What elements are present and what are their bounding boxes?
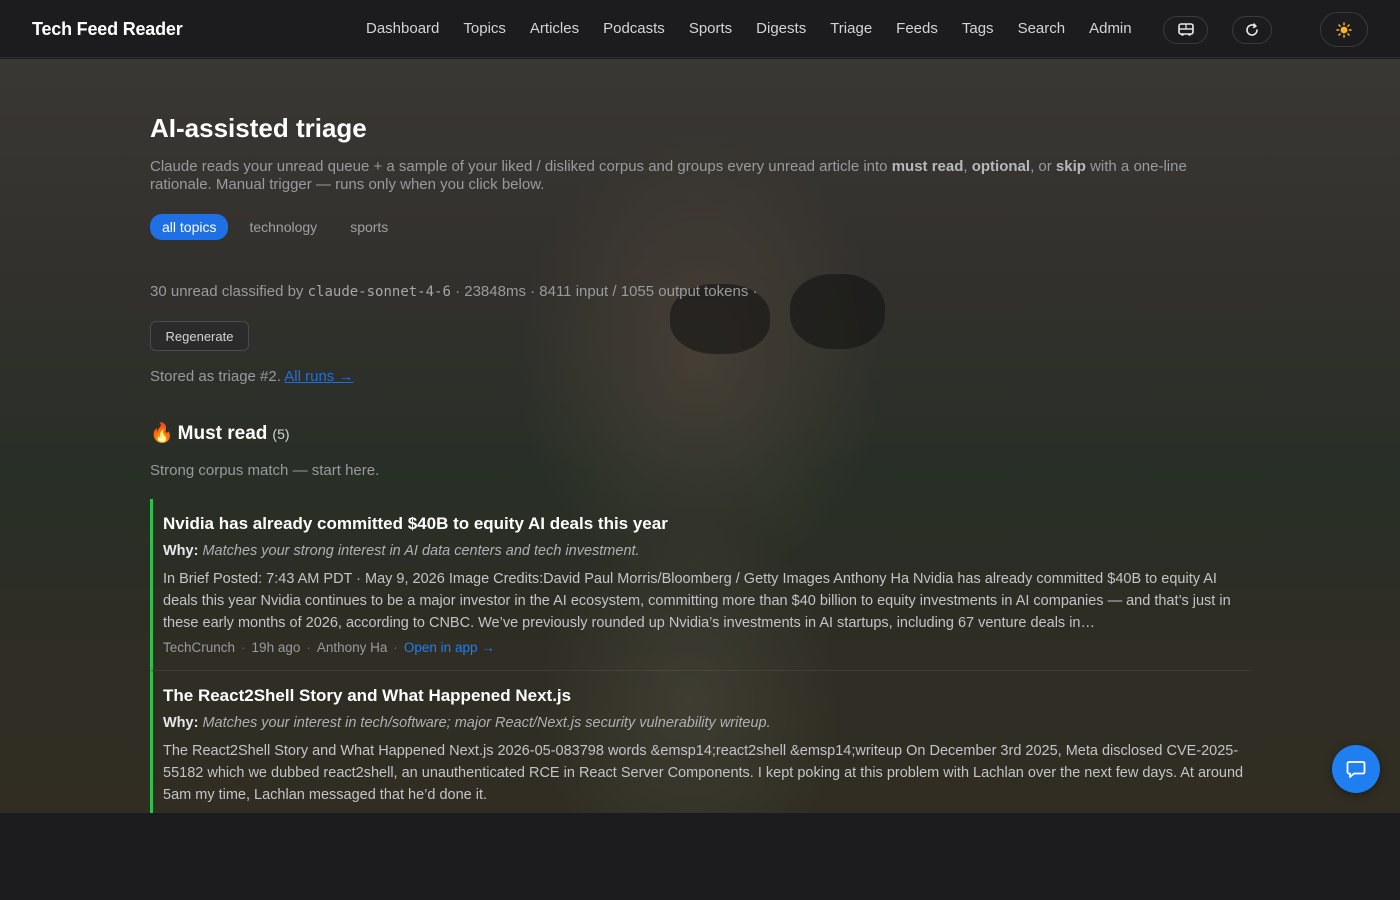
- page-intro: Claude reads your unread queue + a sampl…: [150, 158, 1187, 193]
- nav-triage[interactable]: Triage: [830, 20, 872, 37]
- article-card: Nvidia has already committed $40B to equ…: [150, 499, 1250, 671]
- section-count: (5): [272, 426, 290, 442]
- refresh-icon: [1246, 23, 1258, 36]
- main-nav: Dashboard Topics Articles Podcasts Sport…: [354, 20, 1144, 37]
- article-meta: TechCrunch · 19h ago · Anthony Ha · Open…: [163, 640, 495, 655]
- nav-tags[interactable]: Tags: [962, 20, 994, 37]
- section-title: Must read: [177, 423, 268, 444]
- article-title[interactable]: The React2Shell Story and What Happened …: [163, 686, 571, 706]
- topic-chip-sports[interactable]: sports: [338, 214, 400, 240]
- bus-icon: [1177, 23, 1194, 36]
- page-title: AI-assisted triage: [150, 113, 367, 143]
- section-subtitle: Strong corpus match — start here.: [150, 462, 380, 479]
- all-runs-link[interactable]: All runs →: [284, 368, 353, 385]
- nav-topics[interactable]: Topics: [463, 20, 506, 37]
- nav-search[interactable]: Search: [1018, 20, 1066, 37]
- topic-filter: all topics technology sports: [150, 214, 409, 240]
- article-age: 19h ago: [251, 640, 301, 655]
- nav-podcasts[interactable]: Podcasts: [603, 20, 665, 37]
- open-in-app-link[interactable]: Open in app →: [404, 640, 495, 655]
- article-summary: The React2Shell Story and What Happened …: [163, 743, 1244, 803]
- refresh-button[interactable]: [1232, 16, 1272, 44]
- model-name: claude-sonnet-4-6: [307, 284, 451, 300]
- article-source: TechCrunch: [163, 640, 236, 655]
- meta-separator: ·: [306, 640, 311, 655]
- chat-bubble-icon: [1346, 761, 1366, 778]
- nav-articles[interactable]: Articles: [530, 20, 579, 37]
- article-summary: In Brief Posted: 7:43 AM PDT · May 9, 20…: [163, 571, 1231, 631]
- stored-run-note: Stored as triage #2. All runs →: [150, 368, 354, 385]
- page-footer-area: [0, 813, 1400, 900]
- fire-icon: 🔥: [150, 423, 174, 444]
- article-rationale: Why: Matches your strong interest in AI …: [163, 543, 640, 559]
- must-read-heading: 🔥 Must read (5): [150, 421, 290, 445]
- triage-page: AI-assisted triage Claude reads your unr…: [0, 59, 1400, 813]
- topic-chip-all[interactable]: all topics: [150, 214, 229, 240]
- app-title[interactable]: Tech Feed Reader: [32, 19, 183, 40]
- nav-dashboard[interactable]: Dashboard: [366, 20, 439, 37]
- bus-mode-button[interactable]: [1163, 16, 1208, 44]
- article-author: Anthony Ha: [316, 640, 388, 655]
- top-nav-bar: Tech Feed Reader Dashboard Topics Articl…: [0, 0, 1400, 58]
- nav-digests[interactable]: Digests: [756, 20, 806, 37]
- sun-icon: [1336, 21, 1352, 38]
- theme-toggle-button[interactable]: [1320, 12, 1368, 47]
- chat-button[interactable]: [1332, 745, 1380, 793]
- article-title[interactable]: Nvidia has already committed $40B to equ…: [163, 514, 668, 534]
- meta-separator: ·: [393, 640, 398, 655]
- topic-chip-technology[interactable]: technology: [237, 214, 329, 240]
- meta-separator: ·: [241, 640, 246, 655]
- run-stats: 30 unread classified by claude-sonnet-4-…: [150, 283, 758, 300]
- nav-sports[interactable]: Sports: [689, 20, 732, 37]
- nav-admin[interactable]: Admin: [1089, 20, 1132, 37]
- regenerate-button[interactable]: Regenerate: [150, 321, 249, 351]
- article-rationale: Why: Matches your interest in tech/softw…: [163, 715, 771, 731]
- article-card: The React2Shell Story and What Happened …: [150, 671, 1250, 813]
- nav-feeds[interactable]: Feeds: [896, 20, 938, 37]
